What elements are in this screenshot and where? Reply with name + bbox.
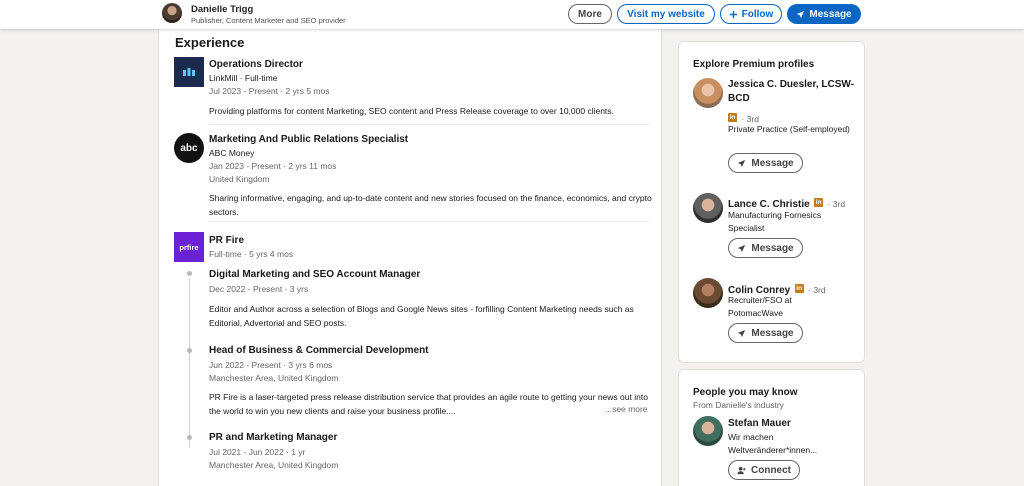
linkedin-premium-icon: in <box>794 284 804 294</box>
linkedin-premium-icon: in <box>728 113 737 123</box>
abc-money-logo-icon[interactable]: abc <box>174 133 204 163</box>
timeline-dot <box>187 348 192 353</box>
position-role[interactable]: Digital Marketing and SEO Account Manage… <box>209 269 420 280</box>
premium-profiles-card: Explore Premium profiles Jessica C. Dues… <box>678 41 865 363</box>
position-role[interactable]: Head of Business & Commercial Developmen… <box>209 345 429 356</box>
people-you-may-know-subtitle: From Danielle's industry <box>693 400 784 410</box>
experience-title: Experience <box>175 35 245 50</box>
send-icon <box>738 329 746 337</box>
message-button-label: Message <box>751 157 794 169</box>
position-description: PR Fire is a laser-targeted press releas… <box>209 392 648 416</box>
job-role-operations-director[interactable]: Operations Director <box>209 59 303 70</box>
more-button-label: More <box>578 8 602 20</box>
profile-description: Wir machen Weltveränderer*innen... <box>728 432 818 455</box>
profile-avatar[interactable] <box>693 278 723 308</box>
profile-name[interactable]: Jessica C. Duesler, LCSW-BCD <box>728 78 858 106</box>
people-you-may-know-card: People you may know From Danielle's indu… <box>678 369 865 486</box>
job-description: Sharing informative, engaging, and up-to… <box>209 193 652 217</box>
profile-name: Danielle Trigg <box>191 4 254 15</box>
position-description: Editor and Author across a selection of … <box>209 304 634 328</box>
position-timeline <box>189 278 190 448</box>
divider <box>209 221 649 222</box>
profile-headline: Publisher, Content Marketer and SEO prov… <box>191 16 346 25</box>
job-company: LinkMill · Full-time <box>209 73 278 83</box>
send-icon <box>738 159 746 167</box>
people-you-may-know-title: People you may know <box>693 387 798 398</box>
abc-logo-text: abc <box>180 142 198 154</box>
linkedin-premium-icon: in <box>814 198 824 208</box>
send-icon <box>738 244 746 252</box>
message-button[interactable]: Message <box>728 323 803 343</box>
add-person-icon <box>737 466 746 474</box>
message-button-label: Message <box>809 8 852 20</box>
profile-avatar[interactable] <box>693 193 723 223</box>
plus-icon <box>729 10 737 18</box>
job-dates: Jan 2023 - Present · 2 yrs 11 mos <box>209 161 337 171</box>
visit-website-button[interactable]: Visit my website <box>617 4 715 24</box>
profile-avatar[interactable] <box>693 416 723 446</box>
follow-button[interactable]: Follow <box>720 4 782 24</box>
message-button-label: Message <box>751 242 794 254</box>
job-company: ABC Money <box>209 148 255 158</box>
job-role-marketing-pr-specialist[interactable]: Marketing And Public Relations Specialis… <box>209 134 408 145</box>
company-name-pr-fire[interactable]: PR Fire <box>209 235 244 246</box>
position-dates: Jun 2022 - Present · 3 yrs 6 mos <box>209 360 333 370</box>
profile-description: Manufacturing Fornesics Specialist <box>728 210 822 233</box>
linkmill-logo-icon[interactable] <box>174 57 204 87</box>
profile-description: Private Practice (Self-employed) <box>728 124 850 134</box>
position-dates: Dec 2022 - Present · 3 yrs <box>209 284 309 294</box>
timeline-dot <box>187 271 192 276</box>
profile-avatar[interactable] <box>162 3 182 23</box>
more-button[interactable]: More <box>568 4 612 24</box>
position-location: Manchester Area, United Kingdom <box>209 373 339 383</box>
position-dates: Jul 2021 - Jun 2022 · 1 yr <box>209 447 306 457</box>
position-location: Manchester Area, United Kingdom <box>209 460 339 470</box>
see-more-link[interactable]: ...see more <box>602 404 648 414</box>
connect-button-label: Connect <box>751 464 791 476</box>
job-dates: Jul 2023 - Present · 2 yrs 5 mos <box>209 86 330 96</box>
send-icon <box>797 10 805 18</box>
divider <box>209 124 649 125</box>
timeline-dot <box>187 435 192 440</box>
profile-avatar[interactable] <box>693 78 723 108</box>
profile-sticky-header: Danielle Trigg Publisher, Content Market… <box>0 0 1024 29</box>
message-button[interactable]: Message <box>728 238 803 258</box>
visit-website-label: Visit my website <box>627 8 705 20</box>
message-button[interactable]: Message <box>728 153 803 173</box>
experience-section: Experience Operations Director LinkMill … <box>158 29 662 486</box>
follow-button-label: Follow <box>741 8 774 20</box>
profile-description: Recruiter/FSO at PotomacWave <box>728 295 792 318</box>
prfire-logo-icon[interactable]: prfire <box>174 232 204 262</box>
job-location: United Kingdom <box>209 174 270 184</box>
premium-profiles-title: Explore Premium profiles <box>693 59 815 70</box>
message-button[interactable]: Message <box>787 4 861 24</box>
message-button-label: Message <box>751 327 794 339</box>
company-duration: Full-time · 5 yrs 4 mos <box>209 249 294 259</box>
linkmill-mark-icon <box>183 68 195 76</box>
connection-degree: · 3rd <box>827 199 846 209</box>
connect-button[interactable]: Connect <box>728 460 800 480</box>
profile-name[interactable]: Stefan Mauer <box>728 417 791 431</box>
job-description: Providing platforms for content Marketin… <box>209 106 614 116</box>
position-role[interactable]: PR and Marketing Manager <box>209 432 337 443</box>
prfire-logo-text: prfire <box>179 242 199 252</box>
